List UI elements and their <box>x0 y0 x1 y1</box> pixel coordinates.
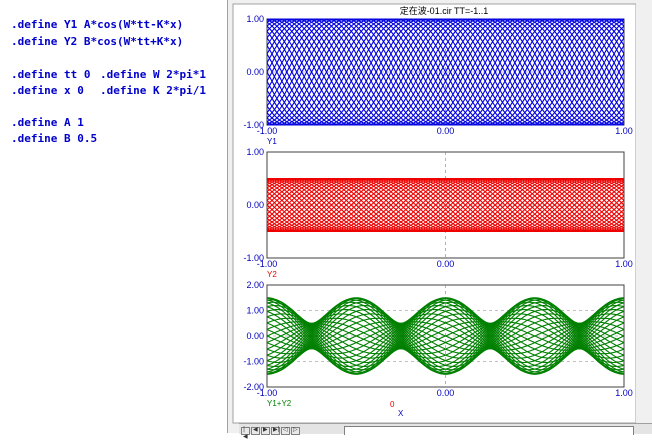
x-tick-label: 0.00 <box>437 126 455 136</box>
sheet-tab-strip[interactable] <box>344 426 634 435</box>
x-tick-label: 1.00 <box>615 259 633 269</box>
series-label: Y2 <box>267 270 277 279</box>
marker-label: 0 <box>390 400 395 409</box>
x-tick-label: 0.00 <box>437 259 455 269</box>
y-tick-label: 1.00 <box>246 147 264 157</box>
tab-scroll-left-button[interactable]: ◁ <box>281 426 290 435</box>
last-tab-button[interactable]: ▶| <box>271 426 280 435</box>
vertical-scrollbar[interactable] <box>636 0 652 433</box>
x-tick-label: -1.00 <box>257 388 278 398</box>
y-tick-label: 0.00 <box>246 200 264 210</box>
y-tick-label: 0.00 <box>246 331 264 341</box>
y-tick-label: 1.00 <box>246 306 264 316</box>
x-tick-label: 1.00 <box>615 388 633 398</box>
y-tick-label: 1.00 <box>246 14 264 24</box>
x-tick-label: -1.00 <box>257 259 278 269</box>
x-tick-label: 0.00 <box>437 388 455 398</box>
first-tab-button[interactable]: |◀ <box>241 426 250 440</box>
plot-title: 定在波-01.cir TT=-1..1 <box>400 5 489 16</box>
tab-scroll-right-button[interactable]: ▷ <box>291 426 300 435</box>
y-tick-label: 0.00 <box>246 67 264 77</box>
prev-tab-button[interactable]: ◀ <box>251 426 260 435</box>
x-tick-label: 1.00 <box>615 126 633 136</box>
x-tick-label: -1.00 <box>257 126 278 136</box>
y-tick-label: 2.00 <box>246 280 264 290</box>
waveform-plots: 定在波-01.cir TT=-1..1 1.00 0.00 -1.00 -1.00 0.… <box>232 3 637 424</box>
x-variable-label: X <box>398 409 404 418</box>
series-label: Y1 <box>267 137 277 146</box>
next-tab-button[interactable]: ▶ <box>261 426 270 435</box>
series-label: Y1+Y2 <box>267 399 292 408</box>
y-tick-label: -1.00 <box>243 357 264 367</box>
